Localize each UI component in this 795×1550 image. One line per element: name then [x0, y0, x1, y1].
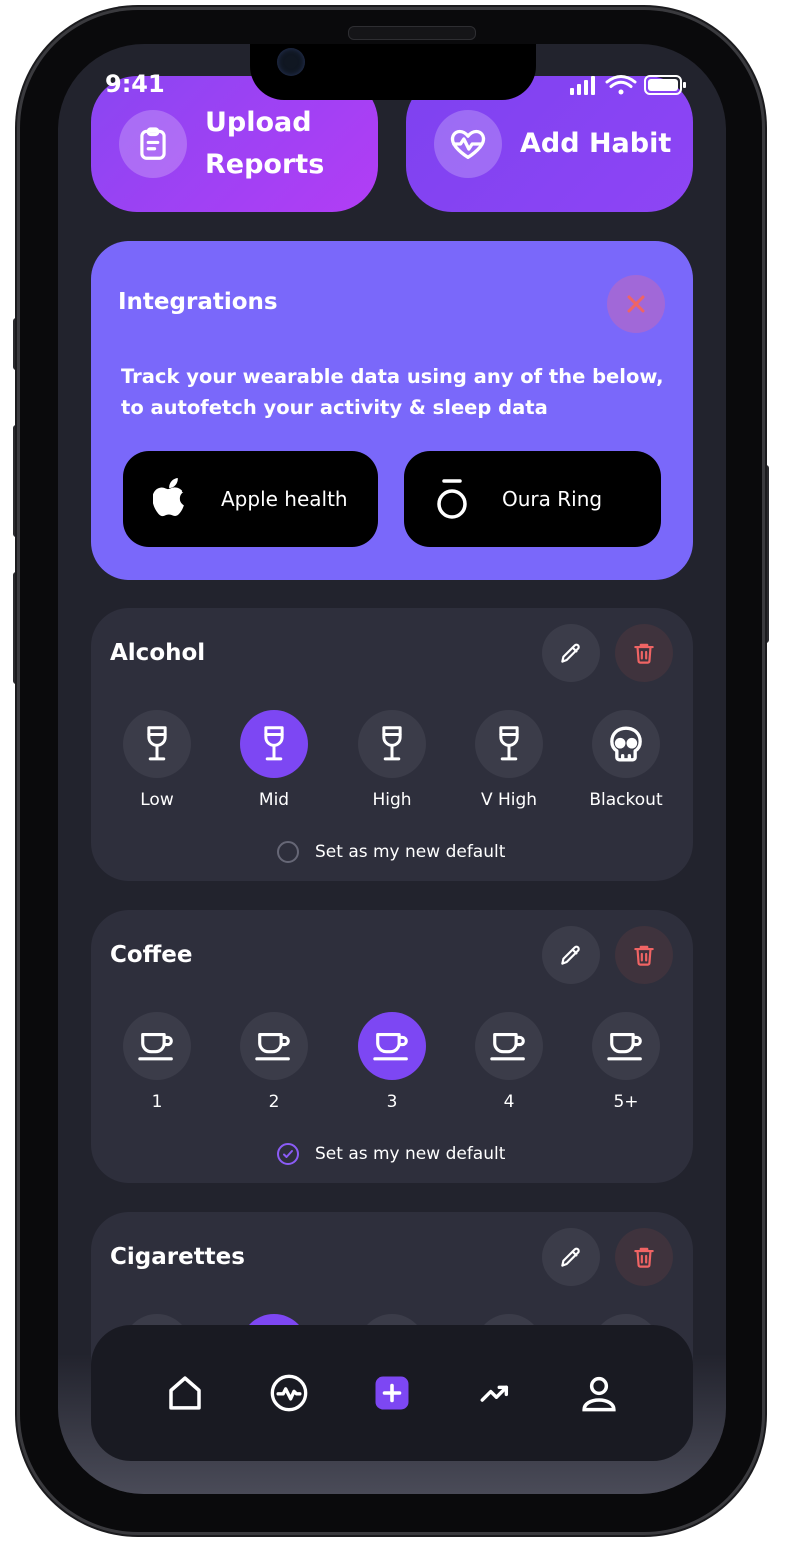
habit-title: Cigarettes	[110, 1244, 245, 1270]
coffee-cup-icon	[255, 1033, 290, 1061]
alcohol-option-label: Mid	[258, 790, 290, 810]
coffee-option-3[interactable]	[358, 1012, 426, 1080]
alcohol-option-label: Blackout	[589, 790, 663, 810]
side-button-volume-down	[13, 572, 20, 684]
wifi-icon	[605, 75, 637, 95]
wine-glass-icon	[382, 726, 402, 761]
integrations-close-button[interactable]	[607, 275, 665, 333]
alcohol-option-high[interactable]	[358, 710, 426, 778]
bottom-navigation	[91, 1325, 693, 1461]
upload-reports-label: Upload Reports	[205, 102, 324, 186]
coffee-cup-icon	[373, 1033, 408, 1061]
side-button-power	[762, 465, 769, 643]
set-default-toggle[interactable]: Set as my new default	[277, 1143, 505, 1165]
oura-ring-button[interactable]: Oura Ring	[404, 451, 661, 547]
upload-label-line1: Upload	[205, 107, 312, 138]
apple-icon	[153, 478, 184, 517]
home-icon	[169, 1376, 201, 1410]
activity-icon	[270, 1374, 308, 1412]
nav-activity[interactable]	[265, 1369, 313, 1417]
coffee-option-label: 4	[503, 1092, 515, 1112]
clipboard-icon	[140, 127, 166, 160]
trash-icon	[634, 643, 654, 664]
oura-ring-icon	[437, 479, 467, 519]
add-habit-label: Add Habit	[520, 128, 672, 159]
coffee-option-label: 2	[268, 1092, 280, 1112]
alcohol-option-label: V High	[480, 790, 538, 810]
battery-icon	[644, 75, 686, 95]
delete-habit-button[interactable]	[615, 1228, 673, 1286]
alcohol-option-blackout[interactable]	[592, 710, 660, 778]
nav-trends[interactable]	[471, 1369, 519, 1417]
pencil-icon	[561, 1247, 580, 1267]
coffee-option-2[interactable]	[240, 1012, 308, 1080]
set-default-toggle[interactable]: Set as my new default	[277, 841, 505, 863]
coffee-option-label: 3	[386, 1092, 398, 1112]
checkmark-icon	[283, 1150, 293, 1158]
default-radio-unchecked[interactable]	[277, 841, 299, 863]
coffee-cup-icon	[138, 1033, 173, 1061]
wine-glass-icon	[499, 726, 519, 761]
coffee-cup-icon	[607, 1033, 642, 1061]
status-time: 9:41	[105, 70, 165, 98]
integrations-description-line2: to autofetch your activity & sleep data	[121, 396, 548, 419]
habit-card-alcohol: Alcohol Low Mid High V High Blackout Set…	[91, 608, 693, 881]
trash-icon	[634, 1247, 654, 1268]
habit-icon-wrap	[434, 110, 502, 178]
coffee-option-label: 5+	[613, 1092, 639, 1112]
coffee-option-4[interactable]	[475, 1012, 543, 1080]
integrations-description: Track your wearable data using any of th…	[121, 361, 681, 423]
alcohol-option-low[interactable]	[123, 710, 191, 778]
integrations-card: Integrations Track your wearable data us…	[91, 241, 693, 580]
apple-health-label: Apple health	[221, 487, 348, 511]
apple-health-button[interactable]: Apple health	[123, 451, 378, 547]
heart-pulse-icon	[450, 129, 486, 159]
pencil-icon	[561, 643, 580, 663]
nav-profile[interactable]	[575, 1369, 623, 1417]
integrations-title: Integrations	[118, 289, 278, 315]
side-button-volume-up	[13, 425, 20, 537]
upload-label-line2: Reports	[205, 149, 325, 180]
alcohol-option-label: Low	[140, 790, 174, 810]
alcohol-option-label: High	[372, 790, 412, 810]
add-icon	[375, 1376, 409, 1410]
alcohol-option-v-high[interactable]	[475, 710, 543, 778]
wine-glass-icon	[264, 726, 284, 761]
trend-icon	[480, 1385, 509, 1402]
speaker-grille	[348, 26, 476, 40]
nav-add[interactable]	[368, 1369, 416, 1417]
close-icon	[627, 295, 645, 313]
signal-icon	[570, 76, 595, 95]
oura-ring-label: Oura Ring	[502, 487, 603, 511]
edit-habit-button[interactable]	[542, 1228, 600, 1286]
set-default-label: Set as my new default	[315, 842, 506, 862]
status-icons	[570, 75, 686, 95]
habit-title: Coffee	[110, 942, 193, 968]
integrations-description-line1: Track your wearable data using any of th…	[121, 365, 664, 388]
alcohol-option-mid[interactable]	[240, 710, 308, 778]
delete-habit-button[interactable]	[615, 624, 673, 682]
pencil-icon	[561, 945, 580, 965]
coffee-option-1[interactable]	[123, 1012, 191, 1080]
nav-home[interactable]	[161, 1369, 209, 1417]
delete-habit-button[interactable]	[615, 926, 673, 984]
coffee-cup-icon	[490, 1033, 525, 1061]
habit-card-coffee: Coffee 1 2 3 4 5+ Set as my new default	[91, 910, 693, 1183]
side-button-mute	[13, 318, 20, 370]
wine-glass-icon	[147, 726, 167, 761]
edit-habit-button[interactable]	[542, 624, 600, 682]
front-camera	[277, 48, 305, 76]
default-radio-checked[interactable]	[277, 1143, 299, 1165]
habit-title: Alcohol	[110, 640, 206, 666]
upload-icon-wrap	[119, 110, 187, 178]
edit-habit-button[interactable]	[542, 926, 600, 984]
coffee-option-label: 1	[151, 1092, 163, 1112]
coffee-option-5-plus[interactable]	[592, 1012, 660, 1080]
profile-icon	[582, 1376, 616, 1412]
skull-icon	[610, 726, 642, 762]
trash-icon	[634, 945, 654, 966]
set-default-label: Set as my new default	[315, 1144, 506, 1164]
